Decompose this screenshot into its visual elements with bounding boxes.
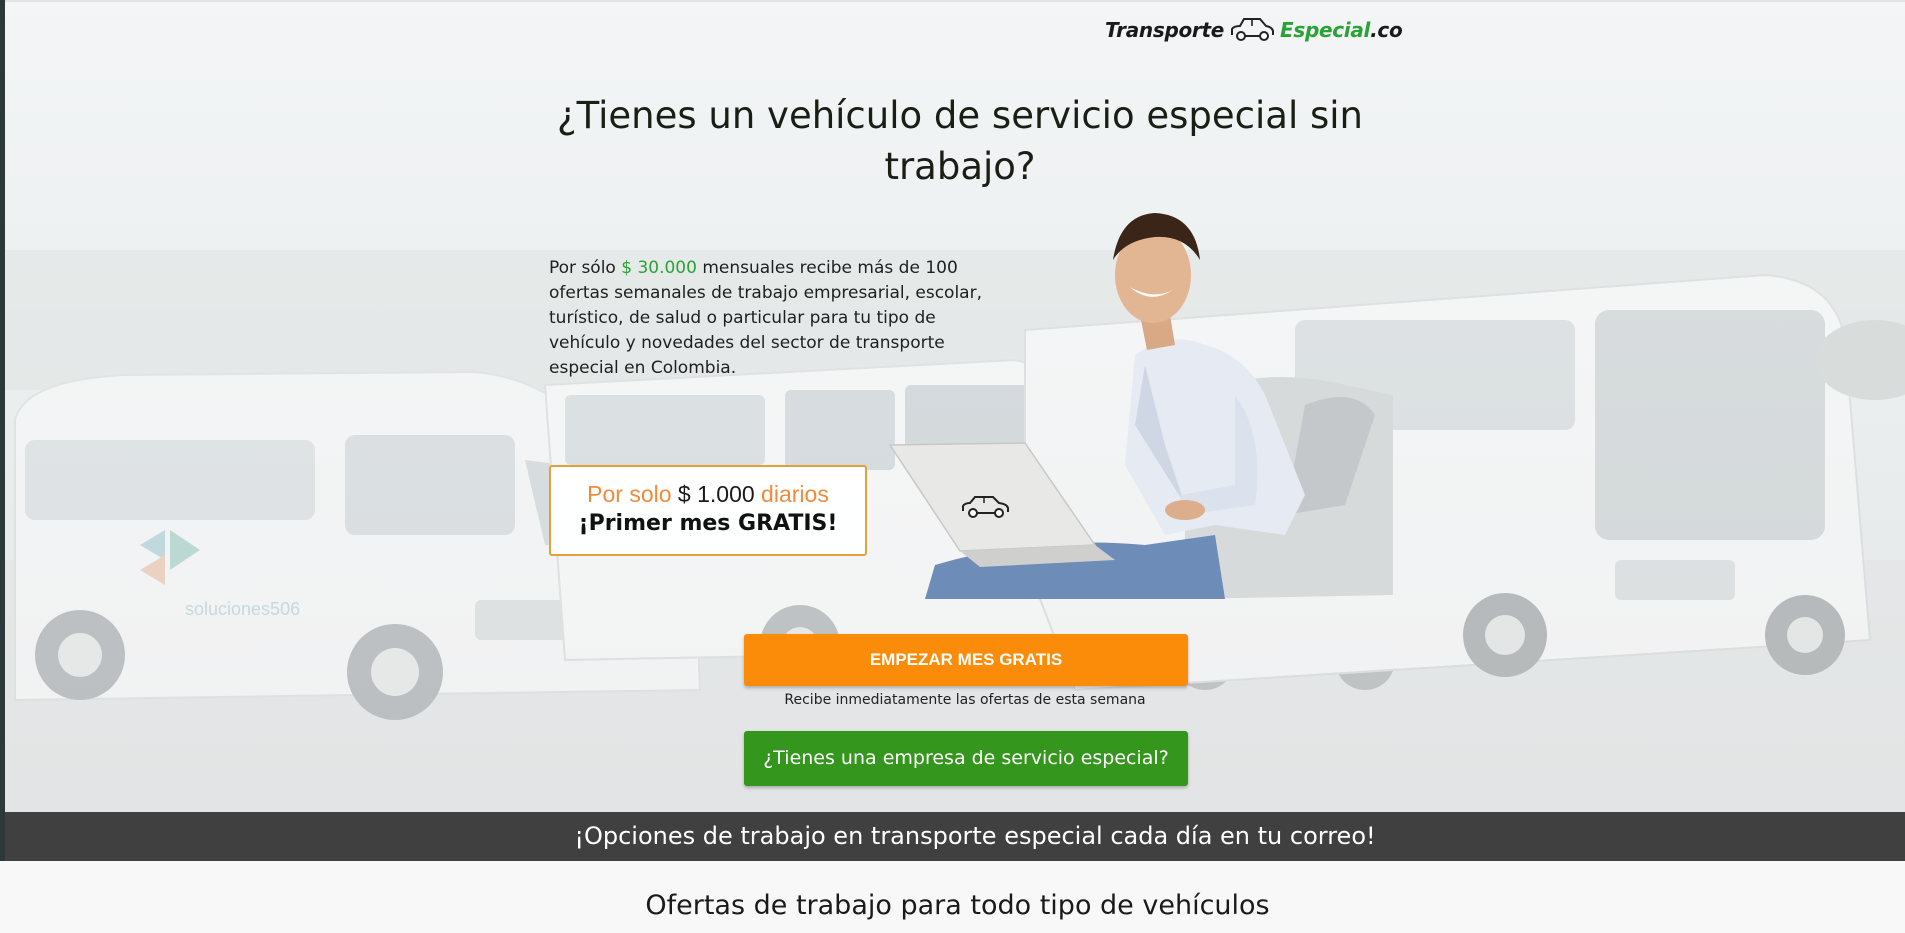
hero-section: soluciones506 Transporte Especial .co ¿T…	[0, 0, 1905, 812]
promo-suffix: diarios	[754, 481, 829, 507]
email-offers-banner: ¡Opciones de trabajo en transporte espec…	[0, 812, 1905, 861]
brand-logo[interactable]: Transporte Especial .co	[1105, 14, 1403, 46]
company-cta-button[interactable]: ¿Tienes una empresa de servicio especial…	[744, 731, 1188, 786]
person-with-laptop-image	[888, 213, 1393, 599]
intro-prefix: Por sólo	[549, 258, 622, 278]
promo-price-line: Por solo $ 1.000 diarios	[551, 479, 865, 509]
banner-text: ¡Opciones de trabajo en transporte espec…	[574, 822, 1376, 850]
intro-price: $ 30.000	[621, 258, 697, 278]
logo-text-especial: Especial	[1280, 18, 1371, 42]
car-outline-icon	[1231, 18, 1274, 41]
svg-text:soluciones506: soluciones506	[185, 599, 300, 619]
vehicle-offers-section-title: Ofertas de trabajo para todo tipo de veh…	[645, 890, 1270, 921]
promo-amount: $ 1.000	[677, 481, 755, 507]
start-button-note: Recibe inmediatamente las ofertas de est…	[784, 692, 1146, 708]
promo-headline: ¡Primer mes GRATIS!	[578, 511, 838, 536]
landing-page: soluciones506 Transporte Especial .co ¿T…	[0, 0, 1905, 933]
start-free-month-button[interactable]: EMPEZAR MES GRATIS	[744, 634, 1188, 686]
promo-box: Por solo $ 1.000 diarios ¡Primer mes GRA…	[549, 465, 867, 556]
logo-text-tld: .co	[1370, 18, 1403, 42]
promo-prefix: Por solo	[587, 481, 678, 507]
logo-text-transporte: Transporte	[1105, 18, 1224, 42]
hero-headline: ¿Tienes un vehículo de servicio especial…	[556, 94, 1363, 188]
